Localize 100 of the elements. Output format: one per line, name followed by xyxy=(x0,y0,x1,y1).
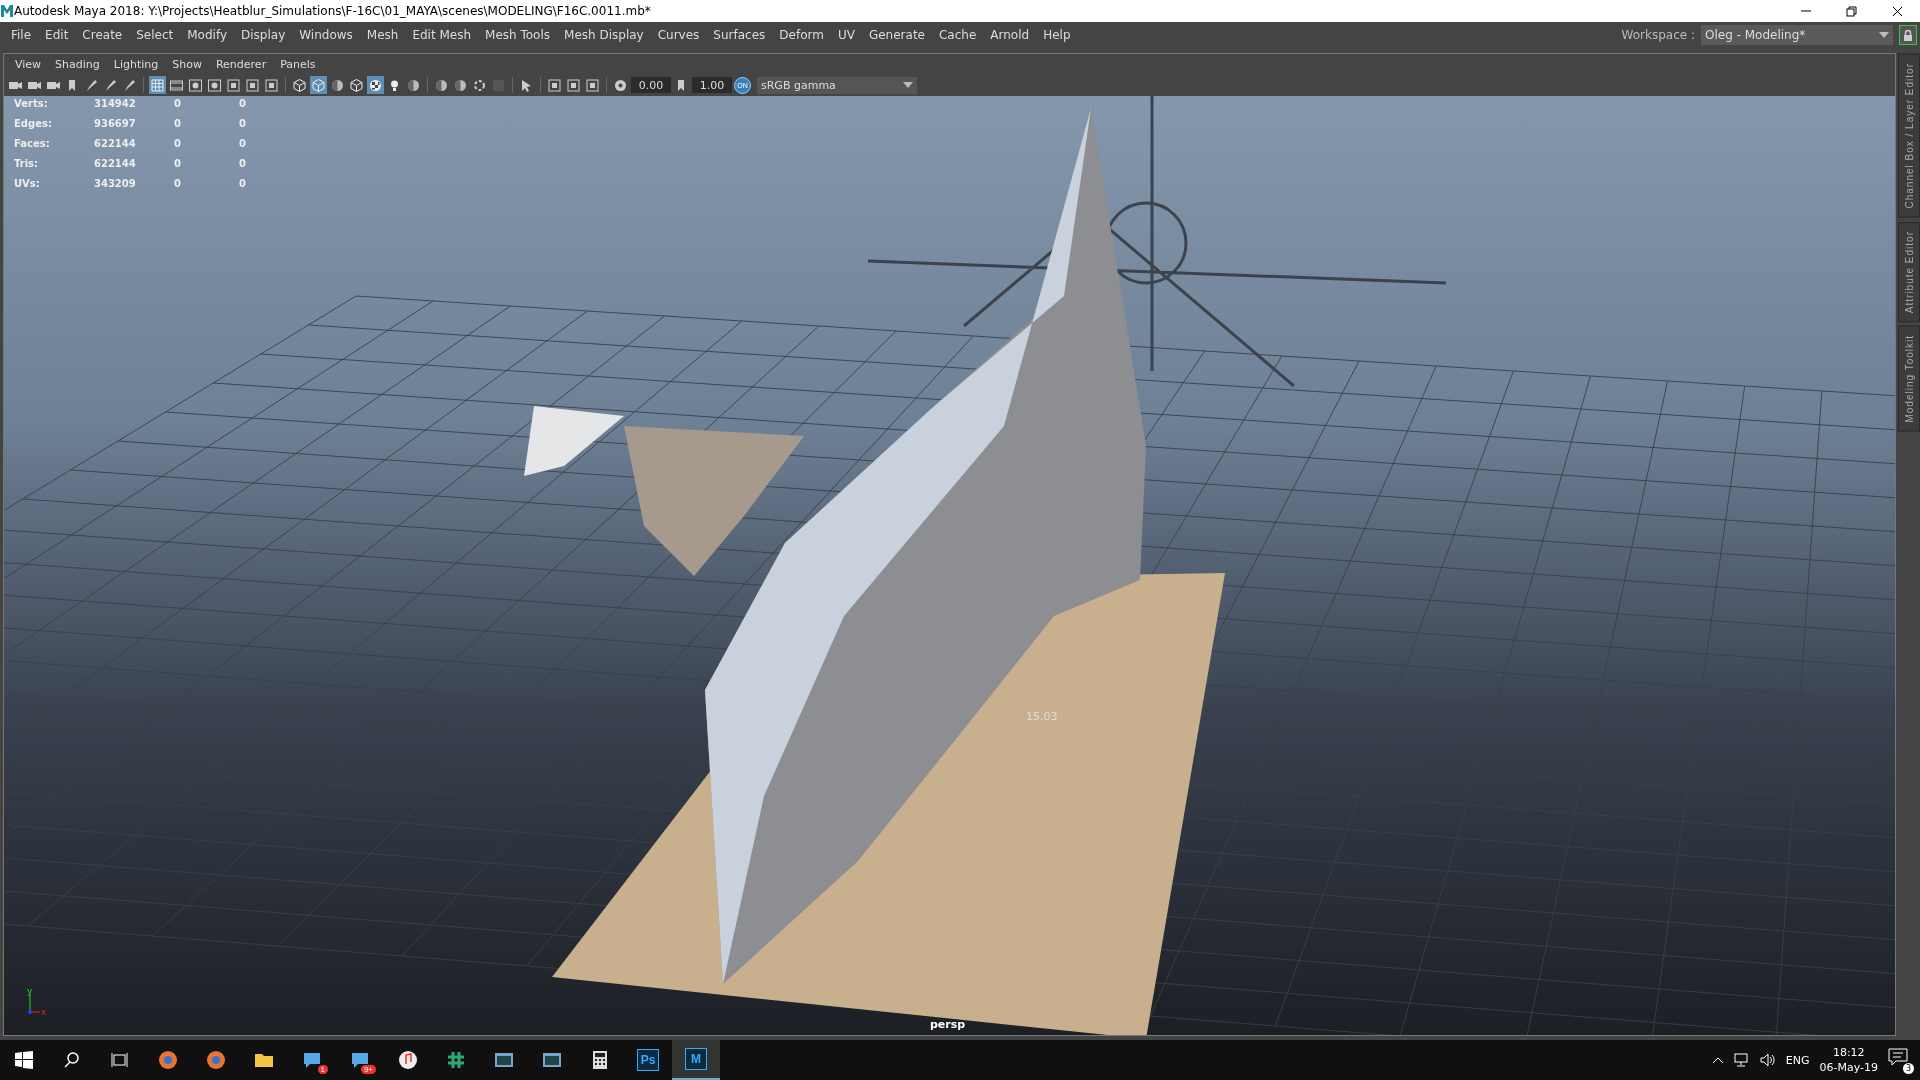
volume-icon[interactable] xyxy=(1759,1053,1776,1067)
frame-button[interactable] xyxy=(565,76,582,94)
frame-icon xyxy=(264,77,279,93)
frame-button[interactable] xyxy=(546,76,563,94)
checker-button[interactable] xyxy=(367,76,384,94)
stat-label: Edges: xyxy=(14,117,53,131)
chat-bubble-icon xyxy=(302,1050,322,1070)
panel-menu-item[interactable]: Renderer xyxy=(208,57,274,71)
lock-button[interactable] xyxy=(1899,25,1917,45)
number-field[interactable]: 1.00 xyxy=(692,77,732,93)
taskbar-app[interactable]: M xyxy=(672,1040,720,1080)
stat-value: 0 xyxy=(239,177,247,191)
taskbar-app[interactable]: 9+ xyxy=(336,1040,384,1080)
notification-badge: 9+ xyxy=(360,1065,376,1074)
caret-icon xyxy=(1879,32,1889,38)
stat-value: 0 xyxy=(174,157,182,171)
menu-item[interactable]: Mesh Display xyxy=(557,28,651,42)
window-title: Autodesk Maya 2018: Y:\Projects\Heatblur_Simulations\F-16C\01_MAYA\scenes\MODELING\F16C.0011.mb* xyxy=(14,4,652,18)
circle-button[interactable] xyxy=(187,76,204,94)
stat-value: 0 xyxy=(239,157,247,171)
frame-icon xyxy=(566,77,581,93)
frame-icon xyxy=(547,77,562,93)
window-icon xyxy=(494,1050,514,1070)
taskbar-app[interactable]: Ps xyxy=(624,1040,672,1080)
chevron-up-icon[interactable] xyxy=(1711,1056,1724,1064)
menu-item[interactable]: Edit xyxy=(38,28,76,42)
menu-item[interactable]: Modify xyxy=(180,28,234,42)
panel-menu-item[interactable]: Panels xyxy=(273,57,323,71)
side-tab[interactable]: Attribute Editor xyxy=(1898,221,1920,322)
menu-item[interactable]: Curves xyxy=(650,28,707,42)
restore-icon[interactable] xyxy=(1845,5,1857,17)
stat-value: 0 xyxy=(174,137,182,151)
menu-item[interactable]: Edit Mesh xyxy=(405,28,479,42)
checker-icon xyxy=(368,77,383,93)
panel-menu-item[interactable]: Show xyxy=(165,57,209,71)
panel-menu-item[interactable]: Shading xyxy=(48,57,107,71)
panel-menu-item[interactable]: Lighting xyxy=(106,57,166,71)
frame-button[interactable] xyxy=(584,76,601,94)
clock-date[interactable]: 06-May-19 xyxy=(1819,1060,1878,1075)
cube-icon xyxy=(349,77,364,93)
menu-item[interactable]: Create xyxy=(75,28,130,42)
sphere-icon xyxy=(330,77,345,93)
frame-button[interactable] xyxy=(225,76,242,94)
notification-count: 3 xyxy=(1903,1063,1914,1074)
cube-icon xyxy=(311,77,326,93)
menu-item[interactable]: Deform xyxy=(772,28,831,42)
menu-item[interactable]: Select xyxy=(129,28,181,42)
menu-item[interactable]: Mesh Tools xyxy=(478,28,558,42)
camera-label: persp xyxy=(930,1018,966,1031)
menu-item[interactable]: Cache xyxy=(931,28,984,42)
app-logo-icon xyxy=(0,4,14,18)
frame-button[interactable] xyxy=(244,76,261,94)
taskbar-app[interactable]: 1 xyxy=(288,1040,336,1080)
language-indicator[interactable]: ENG xyxy=(1785,1053,1810,1067)
caret-icon xyxy=(903,82,913,88)
stat-value: 622144 xyxy=(94,157,137,171)
brush-icon xyxy=(84,77,99,93)
menu-item[interactable]: Windows xyxy=(292,28,360,42)
frame-button[interactable] xyxy=(263,76,280,94)
side-tab[interactable]: Modeling Toolkit xyxy=(1898,325,1920,432)
stat-label: UVs: xyxy=(14,177,41,191)
menu-item[interactable]: Surfaces xyxy=(706,28,773,42)
menu-item[interactable]: Generate xyxy=(861,28,932,42)
network-icon[interactable] xyxy=(1733,1053,1750,1067)
workspace-label: Workspace : xyxy=(1621,28,1695,42)
sphere-icon xyxy=(453,77,468,93)
stat-value: 0 xyxy=(174,117,182,131)
clock-time[interactable]: 18:12 xyxy=(1832,1045,1865,1060)
circle-button[interactable] xyxy=(206,76,223,94)
close-icon[interactable] xyxy=(1891,5,1903,17)
stat-label: Tris: xyxy=(14,157,40,171)
workspace-dropdown[interactable]: Oleg - Modeling* xyxy=(1701,25,1893,45)
stat-label: Faces: xyxy=(14,137,51,151)
menu-item[interactable]: Help xyxy=(1036,28,1078,42)
notifications-button[interactable]: 3 xyxy=(1888,1048,1912,1072)
stat-label: Verts: xyxy=(14,97,49,111)
number-field[interactable]: 0.00 xyxy=(631,77,671,93)
menu-item[interactable]: Mesh xyxy=(359,28,406,42)
panel-menu-item[interactable]: View xyxy=(8,57,49,71)
stat-value: 0 xyxy=(239,137,247,151)
cube-icon xyxy=(292,77,307,93)
menu-item[interactable]: File xyxy=(4,28,39,42)
cube-button[interactable] xyxy=(291,76,308,94)
cube-button[interactable] xyxy=(348,76,365,94)
app-logo-icon: M xyxy=(685,1048,707,1070)
menu-item[interactable]: UV xyxy=(830,28,862,42)
stat-value: 0 xyxy=(174,177,182,191)
hash-icon xyxy=(446,1050,466,1070)
grid-button[interactable] xyxy=(149,76,166,94)
stat-value: 936697 xyxy=(94,117,137,131)
color-space-dropdown[interactable]: sRGB gamma xyxy=(757,76,917,94)
stat-value: 0 xyxy=(239,97,247,111)
brush-icon xyxy=(103,77,118,93)
side-tab[interactable]: Channel Box / Layer Editor xyxy=(1898,54,1920,218)
menu-item[interactable]: Display xyxy=(234,28,293,42)
grid-icon xyxy=(150,77,165,93)
task-view-icon xyxy=(111,1051,129,1069)
menu-item[interactable]: Arnold xyxy=(983,28,1037,42)
stat-value: 622144 xyxy=(94,137,137,151)
measurement-label: 15.03 xyxy=(1026,710,1058,723)
